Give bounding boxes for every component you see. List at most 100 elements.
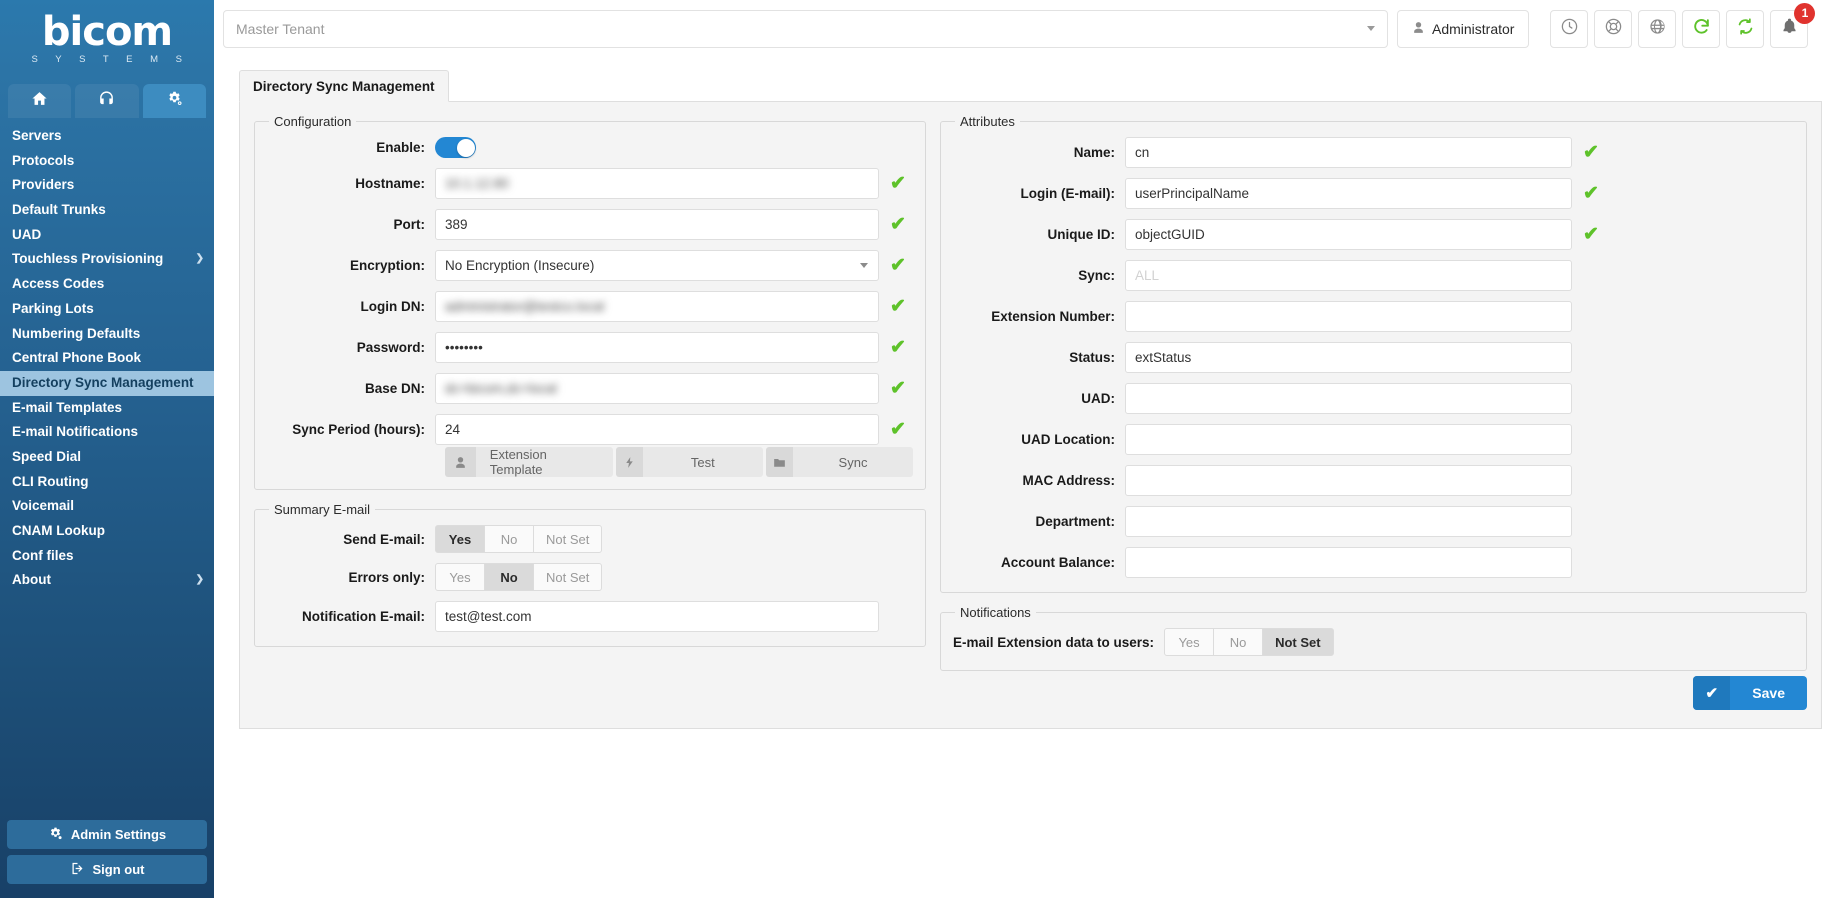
errors-only-row: Errors only: Yes No Not Set	[267, 563, 913, 591]
sign-out-button[interactable]: Sign out	[7, 855, 207, 884]
attribute-field-input[interactable]: userPrincipalName	[1125, 178, 1572, 209]
attribute-field-input[interactable]	[1125, 547, 1572, 578]
config-field-input[interactable]: 389	[435, 209, 879, 240]
extension-template-button[interactable]: Extension Template	[445, 447, 613, 477]
globe-icon	[1648, 17, 1667, 41]
attribute-field-input[interactable]	[1125, 506, 1572, 537]
attribute-field-value: extStatus	[1135, 350, 1192, 365]
clock-button[interactable]	[1550, 9, 1589, 48]
enable-row: Enable:	[267, 137, 913, 158]
attribute-field-input[interactable]: cn	[1125, 137, 1572, 168]
config-field-value: 389	[445, 217, 468, 232]
notifications-group: Notifications E-mail Extension data to u…	[940, 605, 1807, 671]
sidebar-item-cli-routing[interactable]: CLI Routing	[0, 470, 214, 495]
sidebar-item-protocols[interactable]: Protocols	[0, 149, 214, 174]
config-field-input[interactable]: dc=bicom,dc=local	[435, 373, 879, 404]
sidebar-item-e-mail-notifications[interactable]: E-mail Notifications	[0, 420, 214, 445]
email-extension-data-toggle-group: Yes No Not Set	[1164, 628, 1334, 656]
tab-settings[interactable]	[142, 84, 206, 118]
attribute-field-input[interactable]	[1125, 383, 1572, 414]
tab-directory-sync-management[interactable]: Directory Sync Management	[239, 70, 449, 102]
administrator-button[interactable]: Administrator	[1397, 9, 1530, 48]
sidebar-item-label: Speed Dial	[12, 448, 82, 464]
configuration-legend: Configuration	[274, 114, 352, 129]
brand-logo[interactable]: bicom S Y S T E M S	[0, 0, 214, 78]
reload-button[interactable]	[1682, 9, 1721, 48]
config-field-input[interactable]: ••••••••	[435, 332, 879, 363]
option-not-set[interactable]: Not Set	[533, 563, 603, 591]
attribute-field-input[interactable]	[1125, 465, 1572, 496]
sidebar-item-access-codes[interactable]: Access Codes	[0, 272, 214, 297]
config-field-input[interactable]: 24	[435, 414, 879, 445]
config-field-input[interactable]: 10.1.12.80	[435, 168, 879, 199]
tenant-select[interactable]: Master Tenant	[223, 9, 1388, 48]
save-button[interactable]: ✔ Save	[1693, 676, 1807, 710]
sidebar-item-e-mail-templates[interactable]: E-mail Templates	[0, 396, 214, 421]
valid-icon: ✔	[890, 214, 906, 235]
config-field-label: Base DN:	[364, 381, 425, 396]
chevron-right-icon: ❯	[195, 253, 204, 265]
toolbar-icon-group: 1	[1550, 2, 1816, 48]
help-button[interactable]	[1594, 9, 1633, 48]
test-button[interactable]: Test	[615, 447, 763, 477]
sidebar-item-providers[interactable]: Providers	[0, 173, 214, 198]
sidebar-item-uad[interactable]: UAD	[0, 223, 214, 248]
sidebar-item-numbering-defaults[interactable]: Numbering Defaults	[0, 322, 214, 347]
user-icon	[1412, 21, 1425, 37]
sidebar-item-central-phone-book[interactable]: Central Phone Book	[0, 346, 214, 371]
notifications-button[interactable]: 1	[1770, 2, 1816, 48]
sidebar-item-conf-files[interactable]: Conf files	[0, 544, 214, 569]
config-field-label: Port:	[393, 217, 426, 232]
attribute-field-input[interactable]	[1125, 424, 1572, 455]
button-label: Extension Template	[475, 447, 613, 477]
brand-name: bicom	[41, 9, 173, 55]
option-not-set[interactable]: Not Set	[533, 525, 603, 553]
sidebar-item-parking-lots[interactable]: Parking Lots	[0, 297, 214, 322]
email-extension-data-label: E-mail Extension data to users:	[953, 634, 1155, 650]
tab-support[interactable]	[75, 84, 139, 118]
enable-toggle[interactable]	[435, 137, 476, 158]
notification-email-label: Notification E-mail:	[301, 609, 425, 624]
sidebar-item-cnam-lookup[interactable]: CNAM Lookup	[0, 519, 214, 544]
option-no[interactable]: No	[484, 563, 534, 591]
attributes-legend: Attributes	[960, 114, 1015, 129]
config-field-label: Password:	[356, 340, 425, 355]
sidebar-item-label: Central Phone Book	[12, 350, 142, 366]
page-content: Directory Sync Management Configuration …	[239, 70, 1822, 898]
config-field-select[interactable]: No Encryption (Insecure)	[435, 250, 879, 281]
option-no[interactable]: No	[484, 525, 534, 553]
send-email-row: Send E-mail: Yes No Not Set	[267, 525, 913, 553]
sidebar-item-servers[interactable]: Servers	[0, 124, 214, 149]
option-yes[interactable]: Yes	[435, 525, 485, 553]
config-field-input[interactable]: administrator@testco.local	[435, 291, 879, 322]
language-button[interactable]	[1638, 9, 1677, 48]
sidebar-item-directory-sync-management[interactable]: Directory Sync Management	[0, 370, 214, 396]
sidebar-item-touchless-provisioning[interactable]: Touchless Provisioning ❯	[0, 247, 214, 272]
option-no[interactable]: No	[1213, 628, 1264, 656]
sync-button[interactable]: Sync	[765, 447, 913, 477]
config-field-label: Hostname:	[355, 176, 425, 191]
admin-settings-button[interactable]: Admin Settings	[7, 820, 207, 849]
attribute-field-value: userPrincipalName	[1135, 186, 1250, 201]
chevron-down-icon	[1367, 26, 1375, 31]
tab-home[interactable]	[8, 84, 72, 118]
sidebar-item-default-trunks[interactable]: Default Trunks	[0, 198, 214, 223]
sidebar: bicom S Y S T E M S Servers Protocols Pr…	[0, 0, 214, 898]
sidebar-item-about[interactable]: About ❯	[0, 568, 214, 593]
attribute-field-input[interactable]	[1125, 301, 1572, 332]
sync-button[interactable]	[1726, 9, 1765, 48]
attribute-field-input[interactable]: ALL	[1125, 260, 1572, 291]
config-field-label: Sync Period (hours):	[292, 422, 425, 437]
sidebar-item-label: E-mail Notifications	[12, 424, 139, 440]
attribute-field-input[interactable]: objectGUID	[1125, 219, 1572, 250]
option-not-set[interactable]: Not Set	[1262, 628, 1334, 656]
option-yes[interactable]: Yes	[1164, 628, 1215, 656]
option-yes[interactable]: Yes	[435, 563, 485, 591]
attribute-field-label: Login (E-mail):	[1020, 186, 1116, 201]
notification-email-row: Notification E-mail: test@test.com ✔	[267, 601, 913, 632]
sidebar-item-voicemail[interactable]: Voicemail	[0, 494, 214, 519]
application-window: bicom S Y S T E M S Servers Protocols Pr…	[0, 0, 1833, 898]
sidebar-item-speed-dial[interactable]: Speed Dial	[0, 445, 214, 470]
attribute-field-input[interactable]: extStatus	[1125, 342, 1572, 373]
notification-email-input[interactable]: test@test.com	[435, 601, 879, 632]
